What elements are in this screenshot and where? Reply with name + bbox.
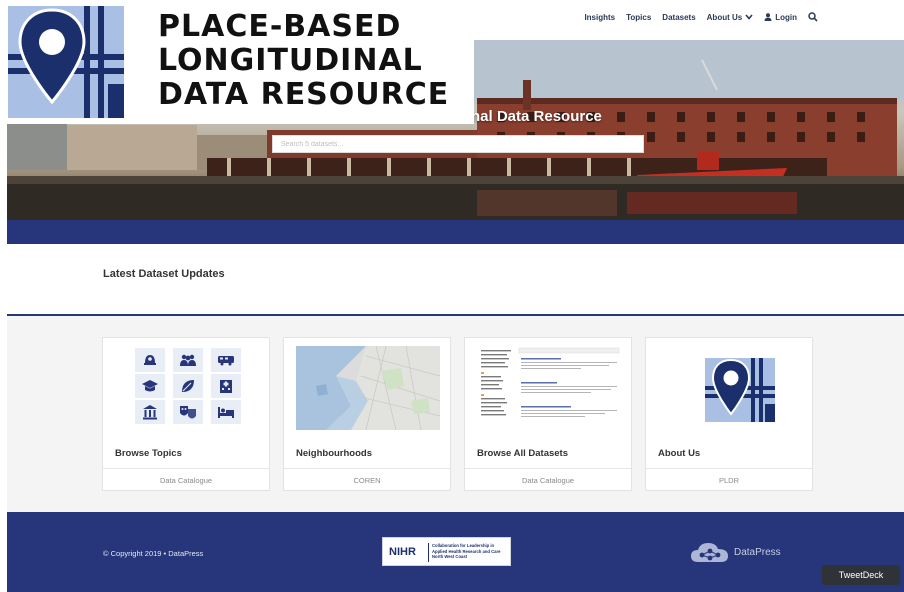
card-browse-topics[interactable]: Browse Topics Data Catalogue — [102, 337, 270, 491]
site-logo[interactable]: PLACE-BASED LONGITUDINAL DATA RESOURCE — [0, 0, 474, 124]
nav-insights-label: Insights — [584, 12, 616, 22]
logo-line-2: LONGITUDINAL — [158, 43, 423, 78]
card-title: About Us — [658, 448, 701, 459]
card-subtitle: PLDR — [718, 476, 739, 485]
bed-icon — [211, 400, 241, 424]
datapress-cloud-icon — [691, 543, 728, 562]
nihr-clahrc-logo[interactable]: NIHR Collaboration for Leadership in App… — [382, 537, 511, 566]
nihr-logo-divider — [428, 543, 429, 562]
topic-icon-grid — [135, 348, 245, 424]
copyright-text: © Copyright 2019 • DataPress — [103, 549, 204, 558]
card-divider — [103, 468, 269, 469]
nihr-logo-text: NIHR — [389, 546, 416, 558]
chevron-down-icon — [745, 14, 753, 20]
nav-datasets[interactable]: Datasets — [662, 13, 695, 22]
datapress-logo[interactable]: DataPress — [690, 540, 781, 564]
nav-login-label: Login — [775, 12, 797, 22]
card-divider — [284, 468, 450, 469]
logo-line-1: PLACE-BASED — [158, 9, 402, 44]
hero-title: nal Data Resource — [471, 108, 602, 125]
nav-topics-label: Topics — [626, 12, 652, 22]
card-title: Browse Topics — [115, 448, 182, 459]
graduation-cap-icon — [135, 374, 165, 398]
pldr-logo-icon — [8, 6, 124, 118]
dataset-search-input[interactable] — [272, 135, 644, 153]
nav-search-button[interactable] — [808, 12, 818, 22]
bank-icon — [135, 400, 165, 424]
nav-about-us[interactable]: About Us — [707, 13, 754, 22]
datapress-wordmark: DataPress — [734, 546, 781, 558]
tweetdeck-button[interactable]: TweetDeck — [822, 565, 900, 585]
search-icon — [808, 12, 818, 22]
card-neighbourhoods[interactable]: Neighbourhoods COREN — [283, 337, 451, 491]
police-icon — [135, 348, 165, 372]
pldr-logo-thumbnail — [658, 346, 802, 430]
nav-login[interactable]: Login — [764, 13, 797, 22]
dataset-list-thumbnail — [477, 346, 621, 430]
card-title: Browse All Datasets — [477, 448, 568, 459]
card-divider — [646, 468, 812, 469]
card-subtitle: COREN — [353, 476, 381, 485]
logo-wordmark: PLACE-BASED LONGITUDINAL DATA RESOURCE — [158, 10, 449, 112]
card-divider — [465, 468, 631, 469]
logo-line-3: DATA RESOURCE — [158, 77, 450, 112]
leaf-icon — [173, 374, 203, 398]
nav-datasets-label: Datasets — [662, 12, 696, 22]
user-icon — [764, 13, 772, 21]
card-subtitle: Data Catalogue — [159, 476, 213, 485]
nihr-logo-tagline: Collaboration for Leadership in Applied … — [432, 543, 501, 559]
card-title: Neighbourhoods — [296, 448, 372, 459]
hospital-icon — [211, 374, 241, 398]
nav-about-us-label: About Us — [706, 12, 743, 22]
card-subtitle: Data Catalogue — [521, 476, 575, 485]
nav-insights[interactable]: Insights — [584, 13, 615, 22]
nav-menu: Insights Topics Datasets About Us Login — [584, 12, 818, 22]
hero-blue-band — [7, 220, 904, 244]
theatre-masks-icon — [173, 400, 203, 424]
latest-updates-heading: Latest Dataset Updates — [103, 268, 225, 280]
bus-icon — [211, 348, 241, 372]
site-footer: © Copyright 2019 • DataPress NIHR Collab… — [7, 512, 904, 592]
card-about-us[interactable]: About Us PLDR — [645, 337, 813, 491]
people-icon — [173, 348, 203, 372]
card-browse-all-datasets[interactable]: Browse All Datasets Data Catalogue — [464, 337, 632, 491]
nav-topics[interactable]: Topics — [626, 13, 651, 22]
neighbourhood-map-thumbnail — [296, 346, 440, 430]
